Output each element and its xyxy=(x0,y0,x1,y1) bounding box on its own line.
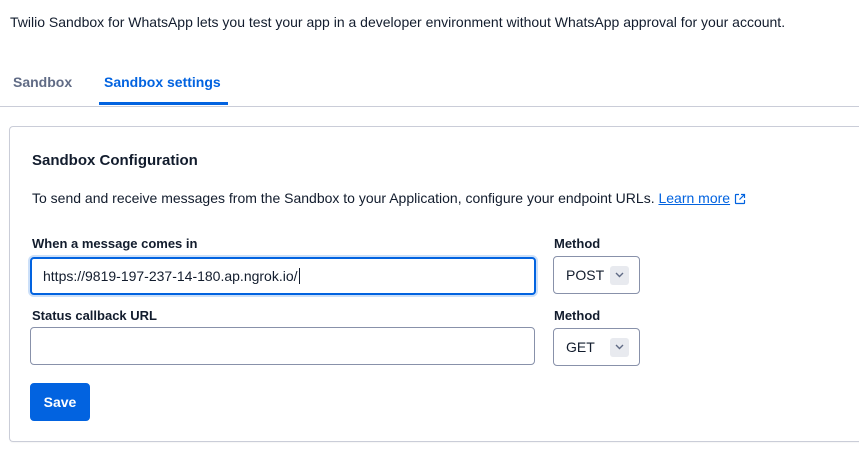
incoming-method-label: Method xyxy=(554,236,601,251)
active-tab-indicator xyxy=(99,102,228,105)
tab-bar: Sandbox Sandbox settings xyxy=(0,64,859,107)
text-cursor xyxy=(298,268,300,284)
card-description: To send and receive messages from the Sa… xyxy=(32,190,746,208)
learn-more-label: Learn more xyxy=(658,190,731,206)
status-callback-method-value: GET xyxy=(566,339,595,355)
status-callback-input[interactable] xyxy=(30,327,535,365)
status-callback-label: Status callback URL xyxy=(32,308,157,323)
incoming-url-value: https://9819-197-237-14-180.ap.ngrok.io/ xyxy=(43,268,298,284)
incoming-url-label: When a message comes in xyxy=(32,236,198,251)
card-title: Sandbox Configuration xyxy=(32,152,198,169)
incoming-method-select[interactable]: POST xyxy=(553,256,640,294)
save-button[interactable]: Save xyxy=(30,383,90,421)
status-callback-method-label: Method xyxy=(554,308,601,323)
status-callback-method-select[interactable]: GET xyxy=(553,328,640,366)
sandbox-configuration-card: Sandbox Configuration To send and receiv… xyxy=(9,126,859,442)
description-text: To send and receive messages from the Sa… xyxy=(32,190,655,206)
incoming-method-value: POST xyxy=(566,267,605,283)
chevron-down-icon xyxy=(610,338,629,357)
incoming-url-input[interactable]: https://9819-197-237-14-180.ap.ngrok.io/ xyxy=(30,257,536,295)
tab-sandbox[interactable]: Sandbox xyxy=(13,74,72,90)
chevron-down-icon xyxy=(610,266,629,285)
tab-sandbox-settings[interactable]: Sandbox settings xyxy=(104,74,221,90)
external-link-icon[interactable] xyxy=(734,192,746,208)
learn-more-link[interactable]: Learn more xyxy=(658,190,730,206)
intro-text: Twilio Sandbox for WhatsApp lets you tes… xyxy=(10,14,786,30)
